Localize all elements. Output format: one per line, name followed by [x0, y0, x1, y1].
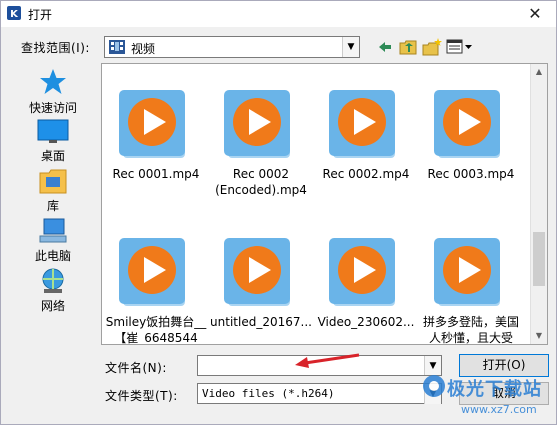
watermark-url: www.xz7.com: [461, 403, 537, 416]
place-this-pc[interactable]: 此电脑: [9, 217, 97, 264]
places-bar: 快速访问 桌面 库 此电脑 网络: [9, 63, 97, 333]
place-quick-access[interactable]: 快速访问: [9, 67, 97, 116]
network-icon: [42, 268, 64, 293]
watermark-text: 极光下载站: [447, 379, 542, 400]
place-label: 桌面: [40, 149, 65, 163]
file-item[interactable]: 拼多多登陆，美国 人秒懂，且大受: [419, 234, 523, 345]
close-button[interactable]: ✕: [522, 3, 548, 25]
file-item[interactable]: Video_230602...: [314, 234, 418, 330]
file-name-label: 文件名(N):: [105, 361, 167, 375]
watermark: 极光下载站 www.xz7.com: [421, 373, 556, 423]
video-file-icon: [434, 238, 500, 306]
desktop-icon: [37, 119, 69, 143]
scroll-up-icon[interactable]: ▲: [531, 64, 547, 80]
place-label: 网络: [40, 299, 65, 313]
place-library[interactable]: 库: [9, 167, 97, 214]
file-name: 拼多多登陆，美国 人秒懂，且大受: [422, 315, 519, 345]
library-icon: [39, 169, 67, 194]
red-arrow-annotation: [295, 353, 360, 368]
app-icon: K: [7, 6, 21, 20]
scroll-thumb[interactable]: [533, 232, 545, 286]
look-in-label: 查找范围(I):: [21, 41, 90, 55]
window-title: 打开: [28, 8, 53, 22]
look-in-value: 视频: [131, 42, 156, 56]
vertical-scrollbar[interactable]: ▲ ▼: [530, 64, 547, 344]
open-file-dialog: K 打开 ✕ 查找范围(I): 视频 ▼ 快速访问 桌面 库 此电脑 网络 Re…: [0, 0, 557, 425]
video-file-icon: [119, 238, 185, 306]
video-file-icon: [224, 238, 290, 306]
computer-icon: [39, 218, 67, 243]
video-file-icon: [329, 238, 395, 306]
title-bar: K 打开 ✕: [1, 1, 556, 27]
place-desktop[interactable]: 桌面: [9, 119, 97, 164]
file-item[interactable]: Rec 0002 (Encoded).mp4: [209, 86, 313, 198]
view-menu-icon[interactable]: [446, 38, 474, 56]
video-file-icon: [434, 90, 500, 158]
file-name: untitled_20167...: [210, 315, 312, 329]
file-type-label: 文件类型(T):: [105, 389, 178, 403]
file-name: Smiley饭拍舞台__ 【崔_6648544: [105, 315, 207, 345]
file-name: Rec 0001.mp4: [112, 167, 200, 181]
file-name: Rec 0003.mp4: [427, 167, 515, 181]
file-name: Rec 0002.mp4: [322, 167, 410, 181]
file-list[interactable]: Rec 0001.mp4 Rec 0002 (Encoded).mp4 Rec …: [101, 63, 548, 345]
file-type-combo[interactable]: Video files (*.h264) ▼: [197, 383, 442, 404]
place-label: 库: [46, 199, 59, 213]
up-folder-icon[interactable]: [399, 38, 417, 56]
close-icon: ✕: [528, 4, 542, 23]
look-in-combo[interactable]: 视频 ▼: [104, 36, 360, 58]
file-item[interactable]: untitled_20167...: [209, 234, 313, 330]
file-item[interactable]: Smiley饭拍舞台__ 【崔_6648544: [104, 234, 208, 345]
watermark-logo-icon: [423, 375, 445, 397]
video-file-icon: [329, 90, 395, 158]
video-folder-icon: [109, 40, 125, 54]
place-network[interactable]: 网络: [9, 267, 97, 314]
file-item[interactable]: Rec 0001.mp4: [104, 86, 208, 182]
video-file-icon: [224, 90, 290, 158]
place-label: 此电脑: [34, 249, 71, 263]
place-label: 快速访问: [28, 101, 77, 115]
file-name: Video_230602...: [317, 315, 415, 329]
video-file-icon: [119, 90, 185, 158]
scroll-down-icon[interactable]: ▼: [531, 328, 547, 344]
star-icon: [40, 69, 66, 94]
file-type-value: Video files (*.h264): [202, 387, 335, 400]
back-arrow-icon[interactable]: [377, 38, 393, 56]
new-folder-icon[interactable]: [422, 38, 442, 56]
svg-text:K: K: [10, 9, 19, 20]
chevron-down-icon[interactable]: ▼: [342, 37, 359, 57]
file-name: Rec 0002 (Encoded).mp4: [215, 167, 307, 197]
file-item[interactable]: Rec 0003.mp4: [419, 86, 523, 182]
file-item[interactable]: Rec 0002.mp4: [314, 86, 418, 182]
